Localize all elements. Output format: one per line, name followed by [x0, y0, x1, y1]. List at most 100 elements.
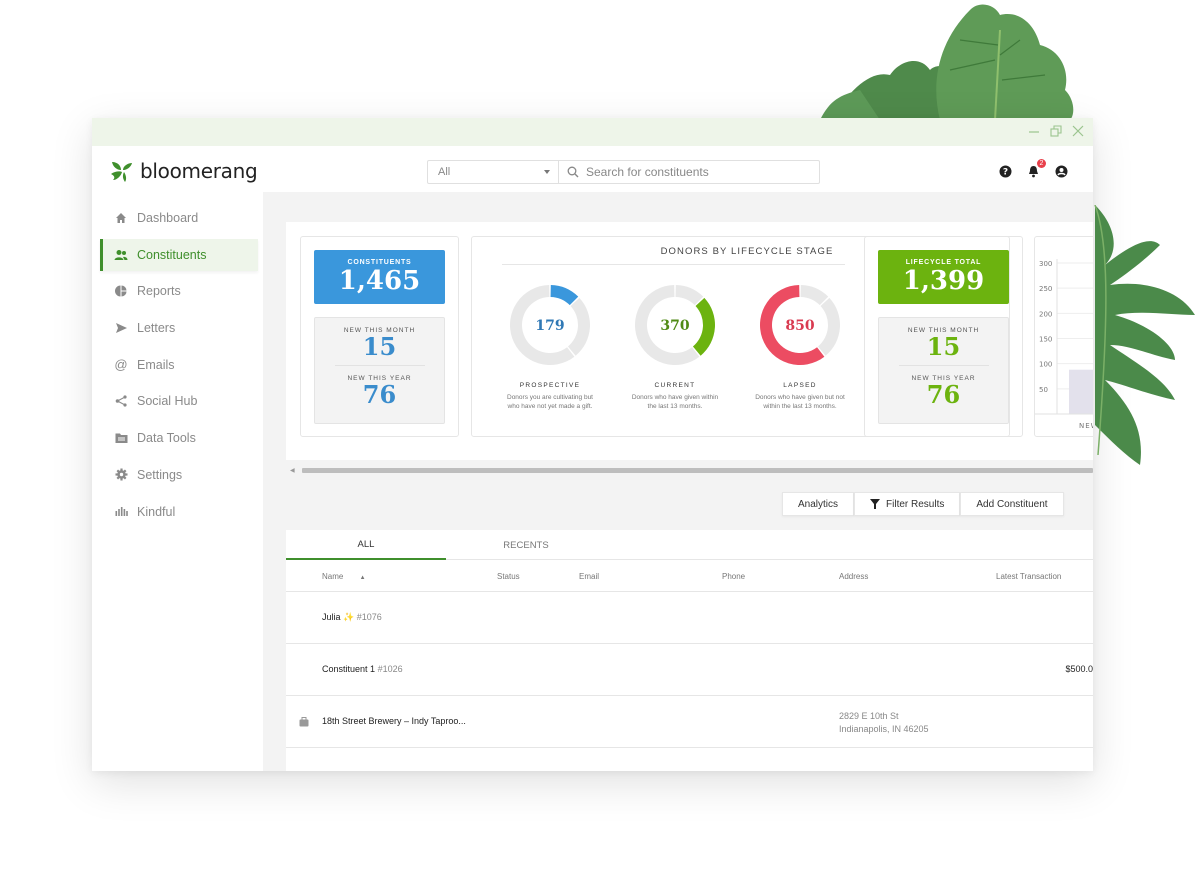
sparkle-icon: ✨	[343, 612, 355, 622]
scrollbar-thumb[interactable]	[302, 468, 1093, 473]
donut-stage-label: LAPSED	[783, 382, 817, 389]
new-this-year-value: 76	[926, 380, 961, 409]
sidebar-item-emails[interactable]: @ Emails	[100, 349, 258, 381]
donut-segment-highlight	[692, 297, 715, 356]
new-this-month-value: 15	[362, 332, 397, 361]
constituent-id: #1076	[356, 612, 382, 622]
send-icon	[114, 321, 128, 335]
stats-strip: CONSTITUENTS 1,465 NEW THIS MONTH 15 NEW…	[286, 222, 1093, 460]
notification-count-badge: 2	[1037, 159, 1046, 168]
constituents-total-tile[interactable]: CONSTITUENTS 1,465	[314, 250, 445, 304]
tab-label: RECENTS	[503, 539, 549, 551]
lifecycle-total-label: LIFECYCLE TOTAL	[905, 259, 982, 266]
sidebar: Dashboard Constituents Reports Letters @…	[92, 192, 263, 771]
sort-ascending-icon: ▲	[359, 575, 366, 581]
y-tick-label: 300	[1039, 260, 1052, 268]
horizontal-scrollbar[interactable]: ◀	[286, 466, 1093, 475]
analytics-button[interactable]: Analytics	[782, 492, 855, 516]
table-row[interactable]: Julia ✨ #1076	[286, 592, 1093, 644]
column-header-latest-transaction[interactable]: Latest Transaction	[996, 572, 1061, 581]
sidebar-item-label: Kindful	[137, 504, 176, 519]
donut-chart: 850	[760, 285, 840, 365]
organization-icon	[299, 717, 309, 729]
new-this-year-value: 76	[362, 380, 397, 409]
divider	[334, 365, 425, 366]
constituent-name: 18th Street Brewery – Indy Taproo...	[322, 716, 466, 726]
constituents-table: ALL RECENTS Name ▲ Status Email Phone Ad…	[286, 530, 1093, 771]
donut-chart: 370	[635, 285, 715, 365]
filter-results-button[interactable]: Filter Results	[854, 492, 961, 516]
donut-value: 179	[535, 318, 564, 334]
help-icon[interactable]: ?	[999, 165, 1013, 179]
sidebar-item-settings[interactable]: Settings	[100, 459, 258, 491]
brand-name: bloomerang	[140, 159, 258, 183]
search-scope-select[interactable]: All	[428, 161, 559, 183]
title-bar	[92, 118, 1093, 146]
users-icon	[114, 248, 128, 262]
sidebar-item-constituents[interactable]: Constituents	[100, 238, 258, 271]
lifecycle-total-tile[interactable]: LIFECYCLE TOTAL 1,399	[878, 250, 1009, 304]
sidebar-item-kindful[interactable]: Kindful	[100, 496, 258, 528]
tab-recents[interactable]: RECENTS	[446, 530, 606, 560]
y-tick-label: 50	[1039, 386, 1048, 394]
sidebar-item-label: Letters	[137, 321, 176, 336]
tab-all[interactable]: ALL	[286, 530, 446, 560]
at-icon: @	[114, 357, 128, 373]
column-header-address[interactable]: Address	[839, 572, 868, 581]
sidebar-item-dashboard[interactable]: Dashboard	[100, 202, 258, 234]
search-input[interactable]	[586, 165, 806, 179]
app-window: bloomerang All ? 2	[92, 118, 1093, 771]
column-header-email[interactable]: Email	[579, 572, 599, 581]
constituent-id: #1026	[377, 664, 403, 674]
analytics-label: Analytics	[798, 498, 839, 510]
kindful-icon	[114, 505, 128, 519]
account-icon[interactable]	[1055, 165, 1069, 179]
close-icon[interactable]	[1071, 123, 1085, 139]
sidebar-item-letters[interactable]: Letters	[100, 312, 258, 344]
sidebar-item-reports[interactable]: Reports	[100, 275, 258, 307]
sidebar-item-data-tools[interactable]: Data Tools	[100, 422, 258, 454]
plant-leaves-decoration	[820, 4, 1074, 120]
address-line-1: 2829 E 10th St	[839, 711, 899, 721]
column-label: Name	[322, 572, 344, 581]
constituent-name: Constituent 1	[322, 664, 376, 674]
constituents-label: CONSTITUENTS	[347, 259, 412, 266]
share-icon	[114, 394, 128, 408]
scroll-left-icon[interactable]: ◀	[290, 467, 295, 474]
y-tick-label: 150	[1039, 336, 1052, 344]
sidebar-item-social-hub[interactable]: Social Hub	[100, 385, 258, 417]
donut-stage-description: Donors who have given but not within the …	[755, 394, 845, 410]
main-content: CONSTITUENTS 1,465 NEW THIS MONTH 15 NEW…	[263, 192, 1093, 771]
lifecycle-new-panel: NEW THIS MONTH 15 NEW THIS YEAR 76	[878, 317, 1009, 424]
notifications-button[interactable]: 2	[1027, 159, 1046, 179]
table-row[interactable]: 18th Street Brewery – Indy Taproo... 282…	[286, 696, 1093, 748]
svg-text:?: ?	[1003, 168, 1008, 178]
column-header-name[interactable]: Name ▲	[322, 572, 366, 581]
donut-value: 370	[660, 318, 689, 334]
sidebar-item-label: Emails	[137, 357, 175, 372]
mini-bar-chart-card: 30025020015010050NEW	[1034, 236, 1093, 437]
minimize-icon[interactable]	[1027, 123, 1041, 139]
column-header-phone[interactable]: Phone	[722, 572, 745, 581]
bloomerang-logo-icon	[111, 162, 132, 182]
page: bloomerang All ? 2	[0, 0, 1200, 870]
logo[interactable]: bloomerang	[110, 159, 258, 183]
restore-icon[interactable]	[1049, 123, 1063, 139]
column-header-status[interactable]: Status	[497, 572, 520, 581]
sidebar-item-label: Reports	[137, 284, 181, 299]
constituents-value: 1,465	[338, 266, 421, 296]
pie-chart-icon	[114, 284, 128, 298]
constituents-new-panel: NEW THIS MONTH 15 NEW THIS YEAR 76	[314, 317, 445, 424]
donut-segment-other	[800, 285, 829, 306]
add-constituent-button[interactable]: Add Constituent	[960, 492, 1064, 516]
divider	[898, 365, 989, 366]
donut-prospective[interactable]: 179 PROSPECTIVE Donors you are cultivating…	[485, 278, 615, 411]
filter-icon	[870, 499, 881, 509]
tab-label: ALL	[357, 538, 375, 550]
lifecycle-total-card: LIFECYCLE TOTAL 1,399 NEW THIS MONTH 15 …	[864, 236, 1010, 437]
donut-lapsed[interactable]: 850 LAPSED Donors who have given but not wi…	[735, 278, 865, 411]
y-tick-label: 250	[1039, 285, 1052, 293]
donut-stage-label: PROSPECTIVE	[519, 382, 581, 389]
table-row[interactable]: Constituent 1 #1026 $500.0	[286, 644, 1093, 696]
donut-current[interactable]: 370 CURRENT Donors who have given within th…	[610, 278, 740, 411]
